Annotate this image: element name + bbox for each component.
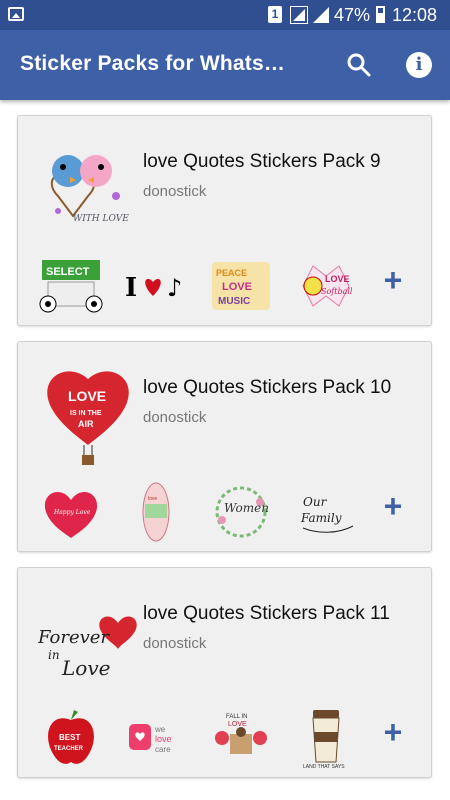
- svg-text:FALL IN: FALL IN: [226, 714, 247, 720]
- svg-text:care: care: [155, 745, 171, 754]
- sticker-preview-our-family: Our Family: [300, 495, 354, 533]
- sticker-pack-card[interactable]: WITH LOVE love Quotes Stickers Pack 9 do…: [17, 115, 432, 326]
- sticker-preview-surfboard: love: [142, 482, 170, 542]
- svg-text:Our: Our: [303, 495, 328, 509]
- svg-text:AIR: AIR: [78, 419, 94, 429]
- battery-percent: 47%: [334, 5, 371, 25]
- svg-text:BEST: BEST: [59, 733, 80, 742]
- svg-text:Happy Love: Happy Love: [53, 509, 91, 516]
- svg-text:Softball: Softball: [321, 287, 353, 296]
- svg-text:Women: Women: [224, 501, 269, 515]
- sticker-pack-card[interactable]: Forever in Love love Quotes Stickers Pac…: [17, 567, 432, 778]
- sticker-preview-coffee-cup: LAND THAT SAYS: [303, 710, 345, 768]
- sticker-preview-heart: Happy Love: [44, 491, 98, 538]
- svg-text:LOVE: LOVE: [68, 388, 106, 404]
- sticker-pack-card[interactable]: LOVE IS IN THE AIR love Quotes Stickers …: [17, 341, 432, 552]
- sticker-preview-soccer: SELECT: [39, 260, 103, 313]
- pack-author: donostick: [143, 409, 207, 426]
- tray-icon-forever-in-love: Forever in Love: [38, 616, 137, 680]
- sticker-preview-peace-love-music: PEACE LOVE MUSIC: [212, 262, 270, 310]
- sticker-preview-love-softball: LOVE Softball: [302, 265, 353, 307]
- sticker-preview-we-love-care: we love care: [129, 724, 172, 754]
- sticker-preview-fall-in-love-reading: FALL IN LOVE: [215, 714, 267, 754]
- pack-name: love Quotes Stickers Pack 11: [143, 603, 390, 624]
- sticker-preview-best-teacher: BEST TEACHER: [48, 710, 94, 764]
- info-icon[interactable]: i: [406, 52, 432, 78]
- svg-text:Love: Love: [61, 656, 110, 680]
- svg-text:we: we: [154, 725, 166, 734]
- clock: 12:08: [392, 5, 438, 25]
- svg-text:♪: ♪: [167, 274, 182, 302]
- add-to-whatsapp-button[interactable]: +: [378, 264, 408, 296]
- svg-text:SELECT: SELECT: [46, 266, 90, 278]
- wifi-icon: [290, 6, 308, 24]
- tray-icon-love-birds: WITH LOVE: [50, 155, 129, 224]
- svg-text:I: I: [125, 273, 137, 303]
- pack-author: donostick: [143, 183, 207, 200]
- pack-name: love Quotes Stickers Pack 9: [143, 151, 381, 172]
- sim-icon: 1: [268, 6, 282, 23]
- sticker-preview-row: Happy Love love Women Our Family: [33, 482, 363, 542]
- add-to-whatsapp-button[interactable]: +: [378, 490, 408, 522]
- battery-icon: [376, 6, 385, 23]
- sticker-preview-i-love-music: I ♪: [125, 273, 182, 303]
- svg-text:PEACE: PEACE: [216, 268, 247, 278]
- svg-text:LOVE: LOVE: [228, 721, 247, 728]
- svg-text:love: love: [155, 734, 172, 744]
- pack-author: donostick: [143, 635, 207, 652]
- svg-text:MUSIC: MUSIC: [218, 296, 250, 307]
- svg-text:Family: Family: [300, 511, 342, 525]
- svg-text:Forever: Forever: [38, 627, 110, 648]
- svg-text:LAND THAT SAYS: LAND THAT SAYS: [303, 764, 345, 768]
- svg-text:IS IN THE: IS IN THE: [70, 410, 102, 417]
- search-icon[interactable]: [346, 52, 372, 78]
- gallery-notification-icon: [8, 7, 24, 21]
- svg-text:LOVE: LOVE: [325, 274, 350, 284]
- svg-text:love: love: [148, 496, 157, 502]
- svg-text:LOVE: LOVE: [222, 281, 252, 293]
- pack-name: love Quotes Stickers Pack 10: [143, 377, 392, 398]
- status-bar: 1 47% 12:08: [0, 0, 450, 30]
- sticker-preview-row: SELECT I ♪ PEACE LOVE MUSIC LOVE Softbal…: [33, 256, 363, 316]
- sticker-preview-row: BEST TEACHER we love care FALL IN LOVE L…: [33, 708, 363, 768]
- svg-text:WITH LOVE: WITH LOVE: [73, 214, 129, 224]
- svg-text:in: in: [48, 648, 60, 662]
- app-bar: Sticker Packs for Whats… i: [0, 30, 450, 100]
- signal-icon: [313, 7, 329, 23]
- add-to-whatsapp-button[interactable]: +: [378, 716, 408, 748]
- sticker-preview-women-wreath: Women: [215, 486, 269, 538]
- svg-text:TEACHER: TEACHER: [54, 746, 84, 752]
- app-title: Sticker Packs for Whats…: [20, 52, 286, 75]
- tray-icon-love-balloon: LOVE IS IN THE AIR: [47, 371, 129, 465]
